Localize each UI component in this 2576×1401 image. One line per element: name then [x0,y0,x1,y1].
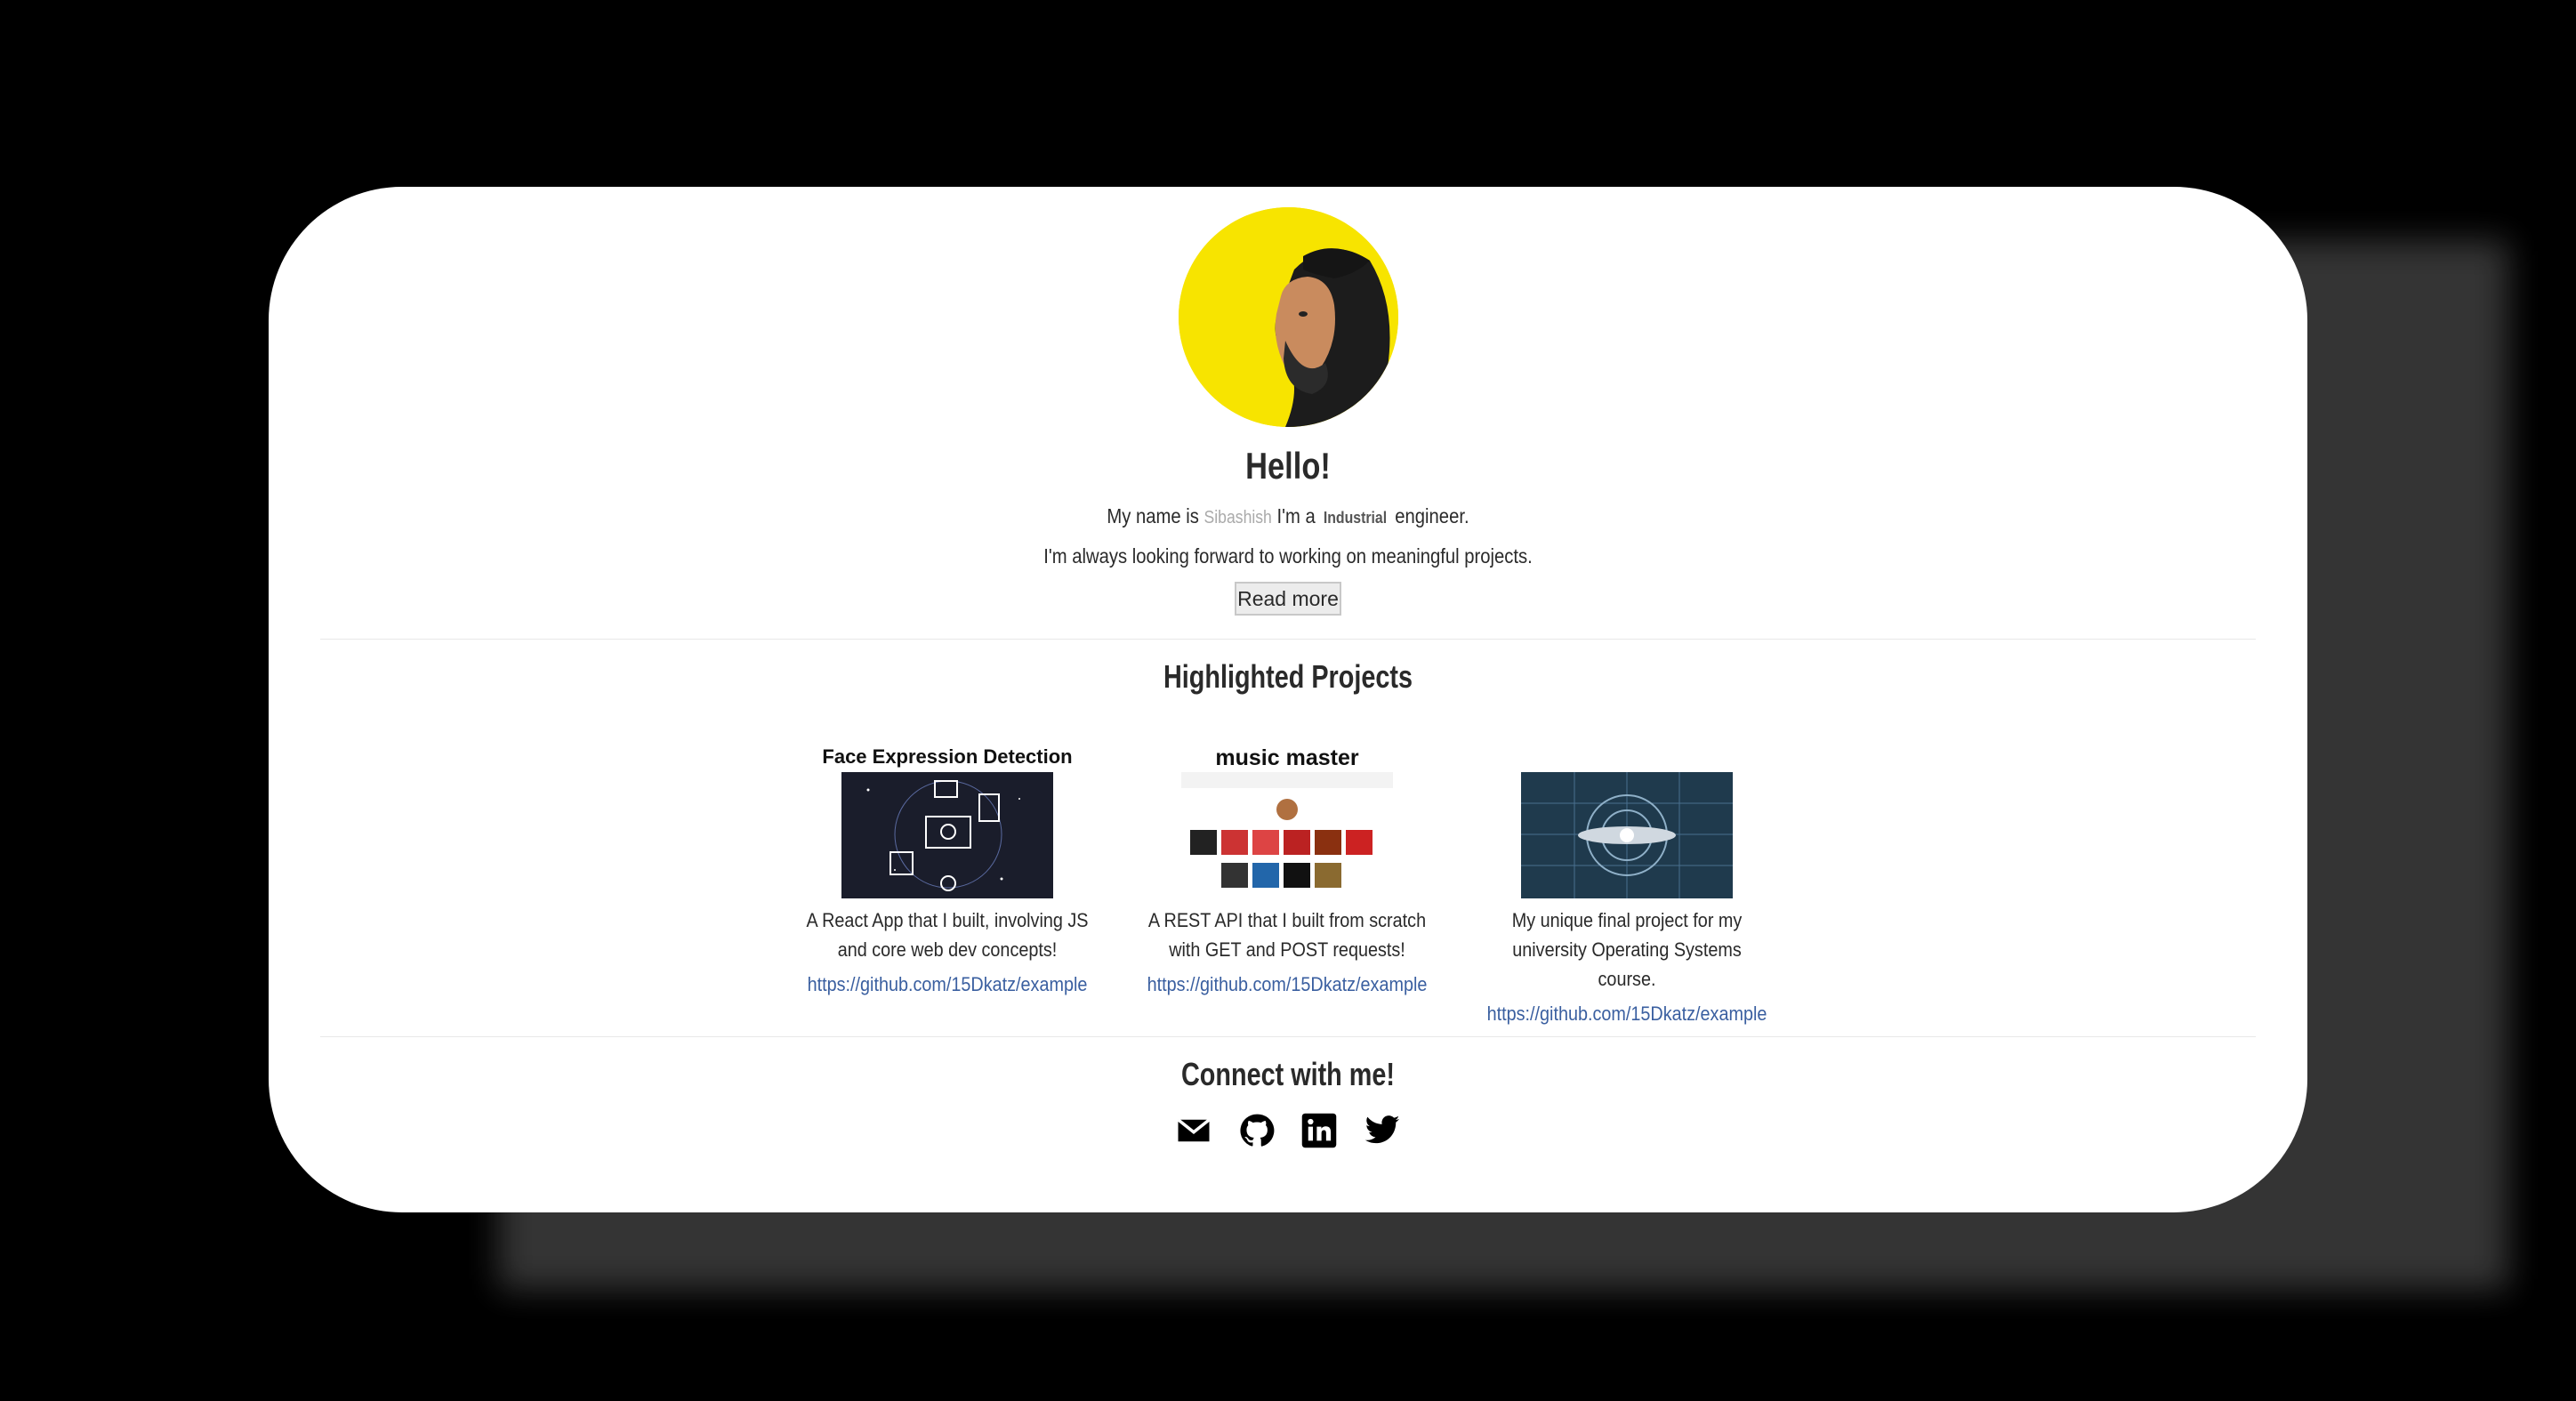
project-description: A React App that I built, involving JS a… [803,906,1091,964]
avatar [1179,207,1398,427]
project-thumbnail[interactable] [1181,772,1393,898]
divider [320,639,2256,640]
project-description: A REST API that I built from scratch wit… [1143,906,1431,964]
intro-prefix: My name is [1107,504,1199,527]
twitter-icon[interactable] [1364,1112,1401,1149]
avatar-portrait [1179,207,1398,427]
project-description: My unique final project for my universit… [1483,906,1771,994]
project-link[interactable]: https://github.com/15Dkatz/example [803,973,1091,996]
hero-name: Sibashish [1203,508,1272,527]
read-more-button[interactable]: Read more [1235,582,1341,616]
description-line: with GET and POST requests! [1169,938,1405,961]
description-line: and core web dev concepts! [837,938,1058,961]
linkedin-icon[interactable] [1300,1112,1338,1149]
project-card: music master A REST API that I built fro… [1127,745,1447,996]
project-title [1467,745,1787,772]
divider [320,1036,2256,1037]
project-title: Face Expression Detection [822,745,1073,768]
intro-middle: I'm a [1276,504,1316,527]
email-icon[interactable] [1175,1112,1212,1149]
intro-suffix: engineer. [1395,504,1469,527]
hero-greeting: Hello! [1245,445,1331,487]
project-title: music master [1215,745,1359,770]
github-icon[interactable] [1238,1112,1276,1149]
hero-intro: My name is Sibashish I'm a Industrial en… [391,504,2186,528]
social-icons [269,1112,2307,1149]
project-thumbnail[interactable] [841,772,1053,898]
project-card: My unique final project for my universit… [1467,745,1787,1026]
description-line: A REST API that I built from scratch [1147,909,1427,931]
music-master-image [1181,772,1393,898]
hero-tagline: I'm always looking forward to working on… [1043,544,1533,568]
project-thumbnail[interactable] [1521,772,1733,898]
os-project-image [1521,772,1733,898]
project-card: Face Expression Detection A React App th… [787,745,1107,996]
face-detection-image [841,772,1053,898]
connect-title: Connect with me! [1180,1056,1395,1092]
portfolio-page: Hello! My name is Sibashish I'm a Indust… [269,187,2307,1212]
description-line: A React App that I built, involving JS [806,909,1089,931]
description-line: university Operating Systems course. [1512,938,1742,990]
project-link[interactable]: https://github.com/15Dkatz/example [1143,973,1431,996]
description-line: My unique final project for my [1511,909,1743,931]
project-link[interactable]: https://github.com/15Dkatz/example [1483,1002,1771,1026]
projects-title: Highlighted Projects [1163,658,1413,695]
hero-profession: Industrial [1323,509,1388,527]
